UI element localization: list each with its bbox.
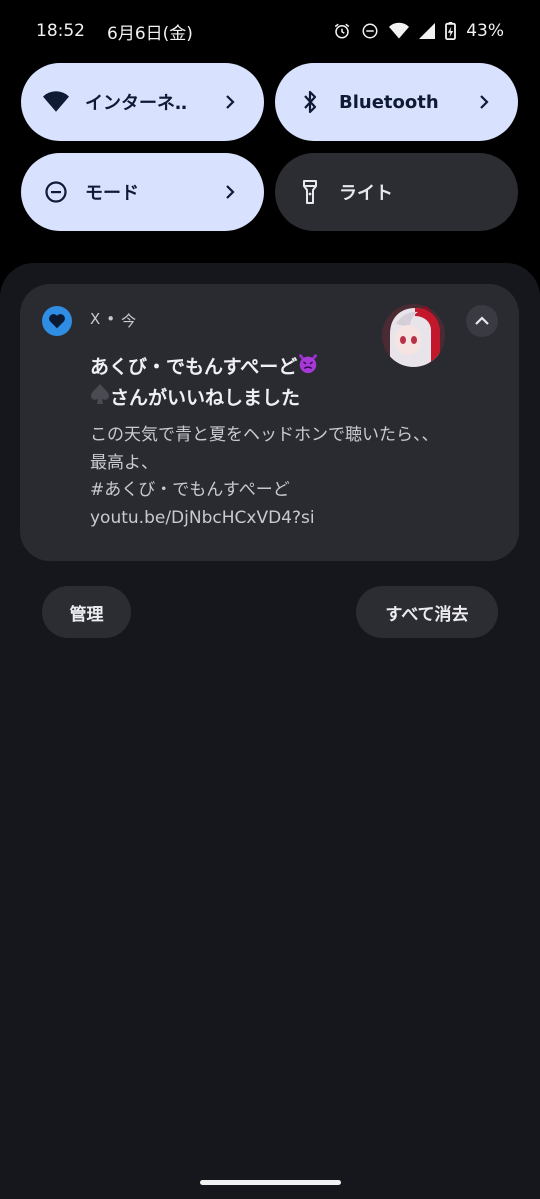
tile-internet[interactable]: インターネ‥: [21, 63, 264, 141]
flashlight-icon: [297, 179, 323, 205]
signal-icon: [419, 23, 436, 39]
tile-label: Bluetooth: [339, 91, 439, 113]
notification-time: 今: [121, 312, 137, 330]
bluetooth-icon: [297, 89, 323, 115]
tile-bluetooth[interactable]: Bluetooth: [275, 63, 518, 141]
battery-percent: 43%: [466, 21, 504, 41]
tile-label: モード: [85, 183, 139, 204]
collapse-button[interactable]: [466, 305, 498, 337]
chevron-right-icon: [222, 94, 238, 110]
status-left: 18:52 6月6日(金): [36, 19, 193, 44]
tile-label: ライト: [339, 183, 393, 204]
clear-all-button[interactable]: すべて消去: [356, 586, 498, 638]
home-gesture-bar[interactable]: [200, 1180, 341, 1185]
chevron-right-icon: [222, 184, 238, 200]
chevron-right-icon: [476, 94, 492, 110]
notification-body: この天気で青と夏をヘッドホンで聴いたら、、 最高よ、 #あくび・でもんすぺーど …: [90, 422, 490, 532]
title-line2: さんがいいねしました: [110, 387, 301, 409]
tile-label: インターネ‥: [85, 93, 188, 114]
tile-flashlight[interactable]: ライト: [275, 153, 518, 231]
notification-title: あくび・でもんすぺーど さんがいいねしました: [90, 352, 390, 414]
notification-card[interactable]: X • 今 あくび・でもんすぺーど さんがいいねしました この天気で青と夏をヘッ…: [20, 284, 519, 561]
body-line: youtu.be/DjNbcHCxVD4?si: [90, 507, 315, 528]
app-name: X: [90, 310, 101, 328]
date: 6月6日(金): [107, 23, 193, 44]
chevron-up-icon: [474, 315, 490, 327]
status-bar: 18:52 6月6日(金) 43%: [0, 0, 540, 62]
body-line: この天気で青と夏をヘッドホンで聴いたら、、: [90, 425, 439, 445]
do-not-disturb-icon: [43, 179, 69, 205]
avatar: [382, 304, 445, 367]
tile-mode[interactable]: モード: [21, 153, 264, 231]
notification-header: X • 今: [90, 310, 136, 331]
separator: •: [106, 310, 116, 328]
manage-button[interactable]: 管理: [42, 586, 131, 638]
alarm-icon: [333, 22, 351, 40]
battery-icon: [445, 22, 457, 40]
wifi-icon: [43, 89, 69, 115]
wifi-icon: [389, 22, 410, 40]
title-line1: あくび・でもんすぺーど: [90, 356, 298, 378]
do-not-disturb-icon: [361, 22, 379, 40]
heart-icon: [42, 306, 72, 336]
spade-icon: [90, 383, 110, 414]
clock: 18:52: [36, 21, 85, 41]
devil-emoji: [297, 352, 319, 383]
body-line: 最高よ、: [90, 452, 158, 473]
body-line: #あくび・でもんすぺーど: [90, 480, 290, 500]
status-right: 43%: [333, 21, 504, 41]
